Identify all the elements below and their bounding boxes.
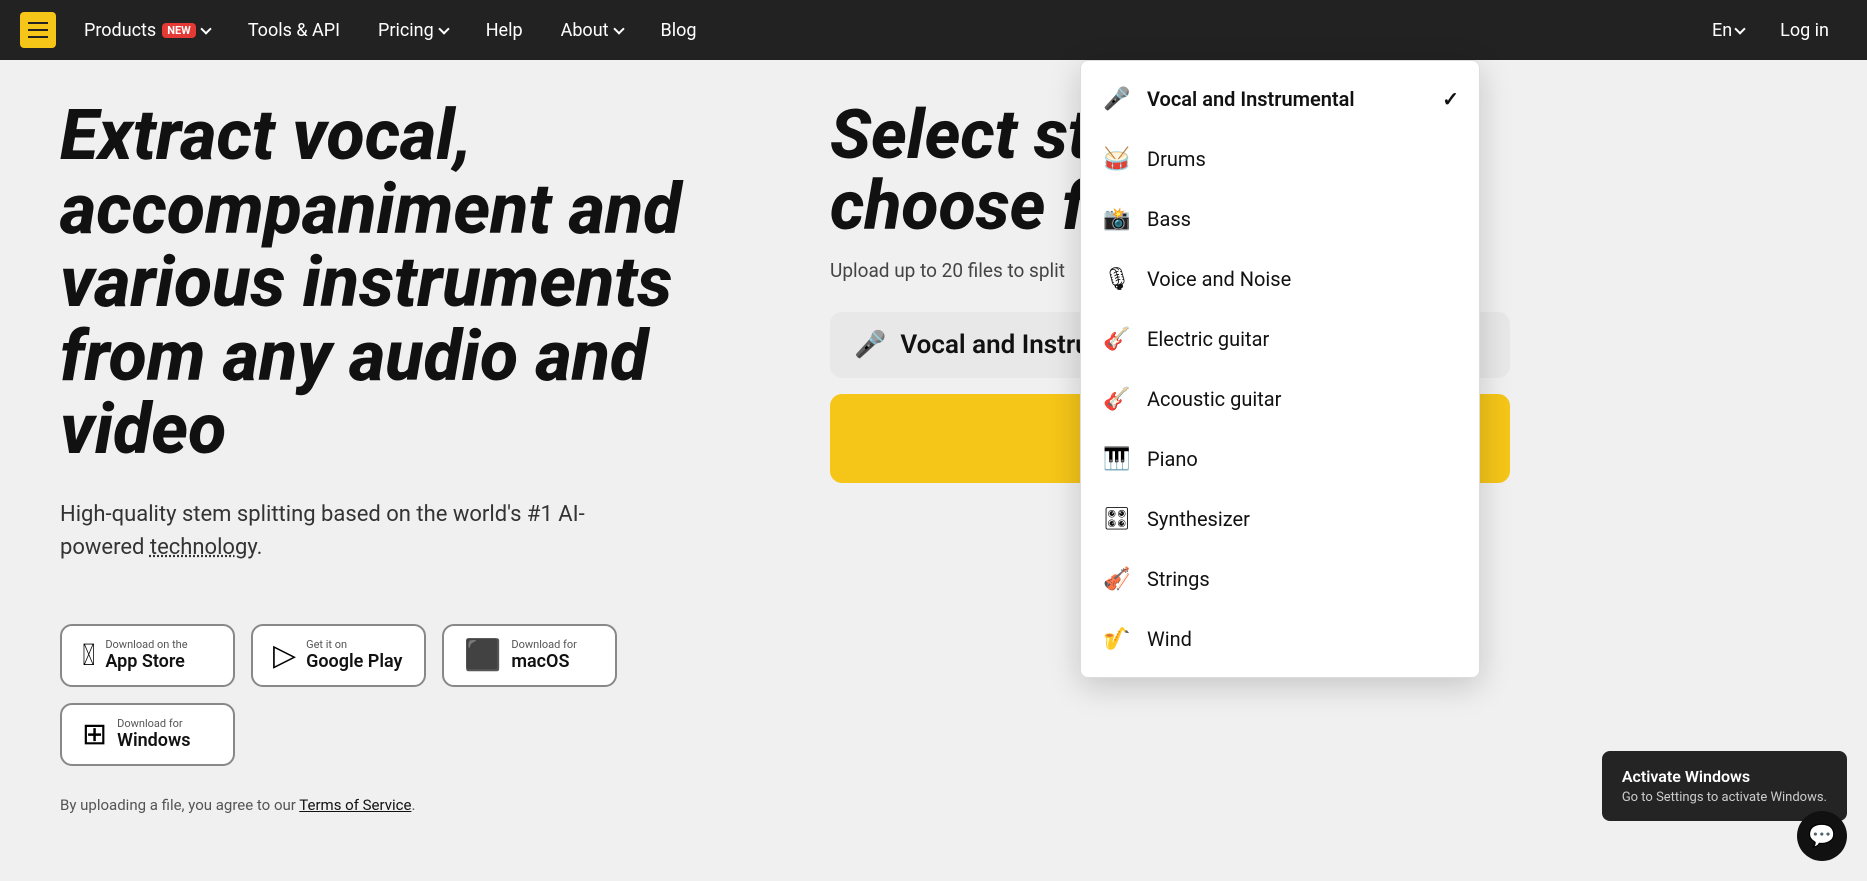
dropdown-item-icon: 📸 — [1101, 203, 1133, 235]
dropdown-item-icon: 🎻 — [1101, 563, 1133, 595]
dropdown-item-icon: 🥁 — [1101, 143, 1133, 175]
navbar: Products NEW Tools & API Pricing Help Ab… — [0, 0, 1867, 60]
chevron-down-icon-about — [613, 23, 624, 34]
activate-title: Activate Windows — [1622, 767, 1827, 786]
download-googleplay[interactable]: ▷ Get it on Google Play — [251, 624, 426, 687]
checkmark-icon: ✓ — [1442, 87, 1459, 111]
dropdown-item-icon: 🎤 — [1101, 83, 1133, 115]
lang-label: En — [1712, 20, 1732, 41]
chat-button[interactable]: 💬 — [1797, 811, 1847, 861]
dropdown-item-strings[interactable]: 🎻 Strings — [1081, 549, 1479, 609]
stem-dropdown: 🎤 Vocal and Instrumental ✓ 🥁 Drums 📸 Bass 🎙 Voic… — [1080, 60, 1480, 678]
dropdown-item-label: Bass — [1147, 207, 1191, 231]
dropdown-item-label: Voice and Noise — [1147, 267, 1291, 291]
dropdown-item-label: Piano — [1147, 447, 1198, 471]
macos-text: Download for macOS — [511, 638, 577, 672]
dropdown-item-piano[interactable]: 🎹 Piano — [1081, 429, 1479, 489]
stem-selector-icon: 🎤 — [854, 330, 886, 360]
nav-items: Products NEW Tools & API Pricing Help Ab… — [66, 12, 1698, 49]
googleplay-icon: ▷ — [273, 638, 296, 673]
activate-subtitle: Go to Settings to activate Windows. — [1622, 790, 1827, 805]
download-appstore[interactable]:  Download on the App Store — [60, 624, 235, 687]
dropdown-item-label: Drums — [1147, 147, 1206, 171]
dropdown-item-icon: 🎸 — [1101, 323, 1133, 355]
terms-link[interactable]: Terms of Service — [299, 796, 411, 814]
dropdown-item-icon: 🎸 — [1101, 383, 1133, 415]
activate-windows-toast: Activate Windows Go to Settings to activ… — [1602, 751, 1847, 821]
dropdown-item-label: Vocal and Instrumental — [1147, 87, 1355, 111]
dropdown-item-vocal-and-instrumental[interactable]: 🎤 Vocal and Instrumental ✓ — [1081, 69, 1479, 129]
nav-products[interactable]: Products NEW — [66, 12, 228, 49]
nav-help-label: Help — [486, 20, 523, 41]
windows-text: Download for Windows — [117, 717, 190, 751]
dropdown-item-icon: 🎹 — [1101, 443, 1133, 475]
dropdown-item-label: Electric guitar — [1147, 327, 1269, 351]
main-content: Extract vocal,accompaniment andvarious i… — [0, 0, 1867, 881]
nav-about[interactable]: About — [543, 12, 641, 49]
hamburger-button[interactable] — [20, 12, 56, 48]
dropdown-item-label: Wind — [1147, 627, 1192, 651]
appstore-text: Download on the App Store — [105, 638, 187, 672]
nav-pricing[interactable]: Pricing — [360, 12, 466, 49]
googleplay-text: Get it on Google Play — [306, 638, 402, 672]
chevron-down-icon-lang — [1734, 23, 1745, 34]
nav-tools[interactable]: Tools & API — [230, 12, 358, 49]
download-buttons:  Download on the App Store ▷ Get it on … — [60, 624, 720, 766]
left-panel: Extract vocal,accompaniment andvarious i… — [0, 60, 780, 881]
dropdown-item-icon: 🎙 — [1101, 263, 1133, 295]
nav-help[interactable]: Help — [468, 12, 541, 49]
nav-blog[interactable]: Blog — [643, 12, 715, 49]
nav-products-label: Products — [84, 20, 156, 41]
dropdown-item-bass[interactable]: 📸 Bass — [1081, 189, 1479, 249]
chat-icon: 💬 — [1808, 824, 1835, 849]
nav-blog-label: Blog — [661, 20, 697, 41]
dropdown-item-icon: 🎷 — [1101, 623, 1133, 655]
hero-subtitle: High-quality stem splitting based on the… — [60, 498, 660, 564]
dropdown-item-label: Acoustic guitar — [1147, 387, 1281, 411]
nav-about-label: About — [561, 20, 609, 41]
macos-icon: ⬛ — [464, 638, 501, 673]
dropdown-item-wind[interactable]: 🎷 Wind — [1081, 609, 1479, 669]
dropdown-item-electric-guitar[interactable]: 🎸 Electric guitar — [1081, 309, 1479, 369]
apple-icon:  — [82, 638, 95, 673]
terms-text: By uploading a file, you agree to our Te… — [60, 796, 720, 814]
nav-tools-label: Tools & API — [248, 20, 340, 41]
login-button[interactable]: Log in — [1762, 12, 1847, 49]
nav-pricing-label: Pricing — [378, 20, 434, 41]
dropdown-item-voice-and-noise[interactable]: 🎙 Voice and Noise — [1081, 249, 1479, 309]
dropdown-item-label: Strings — [1147, 567, 1210, 591]
language-selector[interactable]: En — [1698, 12, 1758, 49]
windows-icon: ⊞ — [82, 717, 107, 752]
login-label: Log in — [1780, 20, 1829, 41]
nav-new-badge: NEW — [162, 23, 196, 38]
technology-link[interactable]: technology — [150, 535, 257, 560]
download-macos[interactable]: ⬛ Download for macOS — [442, 624, 617, 687]
dropdown-item-drums[interactable]: 🥁 Drums — [1081, 129, 1479, 189]
download-windows[interactable]: ⊞ Download for Windows — [60, 703, 235, 766]
dropdown-item-acoustic-guitar[interactable]: 🎸 Acoustic guitar — [1081, 369, 1479, 429]
nav-right: En Log in — [1698, 12, 1847, 49]
dropdown-item-icon: 🎛 — [1101, 503, 1133, 535]
dropdown-item-label: Synthesizer — [1147, 507, 1250, 531]
hero-title: Extract vocal,accompaniment andvarious i… — [60, 100, 720, 468]
dropdown-item-synthesizer[interactable]: 🎛 Synthesizer — [1081, 489, 1479, 549]
chevron-down-icon-pricing — [438, 23, 449, 34]
chevron-down-icon — [200, 23, 211, 34]
